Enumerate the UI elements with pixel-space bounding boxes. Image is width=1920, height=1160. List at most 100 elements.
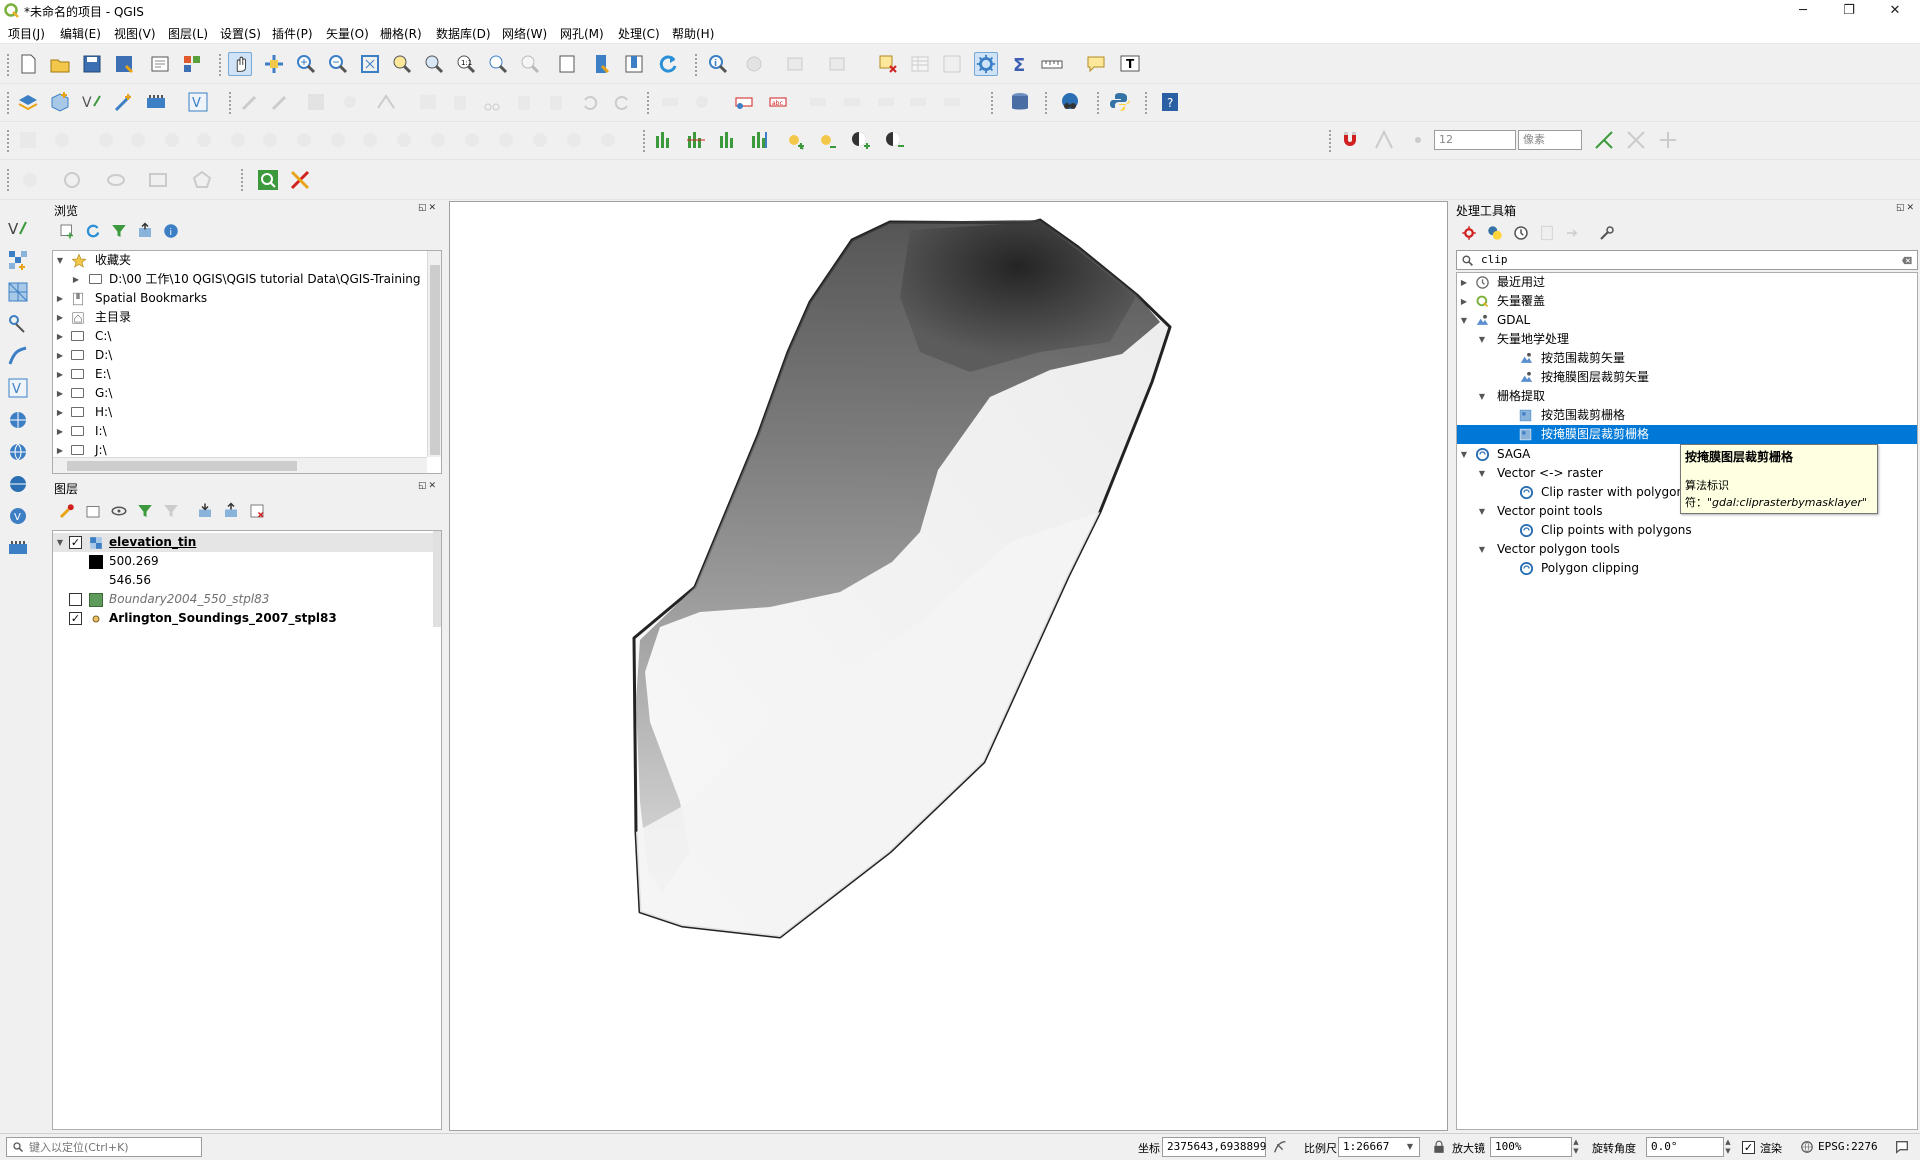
current-edits-icon[interactable]: [238, 90, 262, 114]
processing-toolbox-icon[interactable]: [974, 52, 998, 76]
pin-labels-icon[interactable]: [690, 90, 714, 114]
rotate-feature-icon[interactable]: [494, 128, 518, 152]
toolbar-grip[interactable]: [646, 91, 650, 115]
history-clock-icon[interactable]: [1512, 224, 1530, 242]
zoom-in-icon[interactable]: [294, 52, 318, 76]
expand-arrow-icon[interactable]: ▼: [1477, 540, 1487, 559]
add-wcs-layer-icon[interactable]: [6, 472, 30, 496]
modify-attributes-icon[interactable]: [416, 90, 440, 114]
toolbar-grip[interactable]: [1328, 129, 1332, 153]
toolbar-grip[interactable]: [1044, 91, 1048, 115]
locator-input[interactable]: [29, 1139, 197, 1155]
snapping-intersection-icon[interactable]: [1624, 128, 1648, 152]
split-parts-icon[interactable]: [326, 128, 350, 152]
save-as-icon[interactable]: [112, 52, 136, 76]
rotate-label-icon[interactable]: [840, 90, 864, 114]
add-virtual-layer-icon[interactable]: V: [6, 376, 30, 400]
close-button[interactable]: ✕: [1872, 0, 1918, 22]
menu-mesh[interactable]: 网孔(M): [560, 25, 604, 42]
add-vector-layer-icon[interactable]: V: [6, 216, 30, 240]
new-map-view-icon[interactable]: [556, 52, 580, 76]
identify-features-icon[interactable]: i: [706, 52, 730, 76]
split-features-icon[interactable]: [292, 128, 316, 152]
copy-features-icon[interactable]: [512, 90, 536, 114]
database-manager-icon[interactable]: [1008, 90, 1032, 114]
polygon-digitize-icon[interactable]: [190, 168, 214, 192]
expand-arrow-icon[interactable]: ▼: [1477, 387, 1487, 406]
cut-features-icon[interactable]: [480, 90, 504, 114]
pan-to-selection-icon[interactable]: [262, 52, 286, 76]
toolbar-grip[interactable]: [6, 53, 10, 77]
open-layer-styling-icon[interactable]: [58, 502, 76, 520]
toolbar-grip[interactable]: [6, 129, 10, 153]
crs-label[interactable]: EPSG:2276: [1818, 1140, 1878, 1153]
expand-arrow-icon[interactable]: ▶: [1459, 292, 1469, 311]
add-wms-layer-icon[interactable]: [6, 408, 30, 432]
add-raster-layer-icon[interactable]: [6, 248, 30, 272]
edit-features-in-place-icon[interactable]: [1564, 224, 1582, 242]
toolbar-grip[interactable]: [1096, 91, 1100, 115]
menu-help[interactable]: 帮助(H): [672, 25, 714, 42]
browser-refresh-icon[interactable]: [84, 222, 102, 240]
delete-ring-icon[interactable]: [160, 128, 184, 152]
delete-selected-icon[interactable]: [448, 90, 472, 114]
redo-icon[interactable]: [610, 90, 634, 114]
expand-arrow-icon[interactable]: ▶: [55, 365, 65, 384]
snapping-tolerance-input[interactable]: 12: [1434, 130, 1516, 150]
python-console-icon[interactable]: [1108, 90, 1132, 114]
ellipse-digitize-icon[interactable]: [104, 168, 128, 192]
scrollbar-thumb[interactable]: [430, 265, 440, 455]
label-settings-icon[interactable]: [940, 90, 964, 114]
add-delimited-text-icon[interactable]: [6, 312, 30, 336]
add-arcgis-layer-icon[interactable]: V: [6, 504, 30, 528]
add-ring-icon[interactable]: [50, 128, 74, 152]
expand-arrow-icon[interactable]: ▶: [55, 384, 65, 403]
add-mesh-layer-icon[interactable]: [6, 280, 30, 304]
tracing-icon[interactable]: [1656, 128, 1680, 152]
rectangle-digitize-icon[interactable]: [146, 168, 170, 192]
snapping-mode-icon[interactable]: [1372, 128, 1396, 152]
deselect-all-icon[interactable]: [876, 52, 900, 76]
filter-legend-icon[interactable]: [136, 502, 154, 520]
menu-view[interactable]: 视图(V): [114, 25, 156, 42]
merge-attributes-icon[interactable]: [392, 128, 416, 152]
menu-settings[interactable]: 设置(S): [220, 25, 261, 42]
data-source-manager-icon[interactable]: [16, 90, 40, 114]
cumulative-cut-icon[interactable]: [748, 128, 772, 152]
offset-curve-icon[interactable]: [258, 128, 282, 152]
expand-arrow-icon[interactable]: ▼: [55, 533, 65, 552]
zoom-last-icon[interactable]: [486, 52, 510, 76]
measure-line-icon[interactable]: [1040, 52, 1064, 76]
magnifier-spinner[interactable]: ▲ ▼: [1570, 1138, 1582, 1156]
trim-extend-icon[interactable]: [596, 128, 620, 152]
zoom-to-selection-icon[interactable]: [390, 52, 414, 76]
menu-project[interactable]: 项目(J): [8, 25, 45, 42]
results-viewer-icon[interactable]: [1538, 224, 1556, 242]
layer-visibility-checkbox[interactable]: ✓: [69, 536, 82, 549]
refresh-icon[interactable]: [656, 52, 680, 76]
expand-arrow-icon[interactable]: ▼: [1477, 502, 1487, 521]
zoom-next-icon[interactable]: [518, 52, 542, 76]
zoom-out-icon[interactable]: [326, 52, 350, 76]
scrollbar-thumb[interactable]: [67, 461, 297, 471]
toggle-editing-icon[interactable]: [268, 90, 292, 114]
change-label-icon[interactable]: [874, 90, 898, 114]
manage-map-themes-icon[interactable]: [110, 502, 128, 520]
new-geopackage-layer-icon[interactable]: [48, 90, 72, 114]
expand-arrow-icon[interactable]: ▶: [1459, 273, 1469, 292]
pan-map-icon[interactable]: [228, 52, 252, 76]
new-shapefile-layer-icon[interactable]: V: [80, 90, 104, 114]
new-bookmark-icon[interactable]: [590, 52, 614, 76]
snapping-type-icon[interactable]: [1406, 128, 1430, 152]
topological-editing-icon[interactable]: [1592, 128, 1616, 152]
add-group-icon[interactable]: [84, 502, 102, 520]
select-features-icon[interactable]: [784, 52, 808, 76]
toolbar-grip[interactable]: [6, 91, 10, 115]
toolbox-search-box[interactable]: clip: [1456, 250, 1918, 270]
expand-arrow-icon[interactable]: ▼: [55, 251, 65, 270]
increase-contrast-icon[interactable]: [848, 128, 872, 152]
toolbox-panel-controls[interactable]: ◱✕: [1896, 203, 1916, 213]
toolbar-grip[interactable]: [642, 129, 646, 153]
circle-digitize-icon[interactable]: [60, 168, 84, 192]
filter-browser-icon[interactable]: [110, 222, 128, 240]
